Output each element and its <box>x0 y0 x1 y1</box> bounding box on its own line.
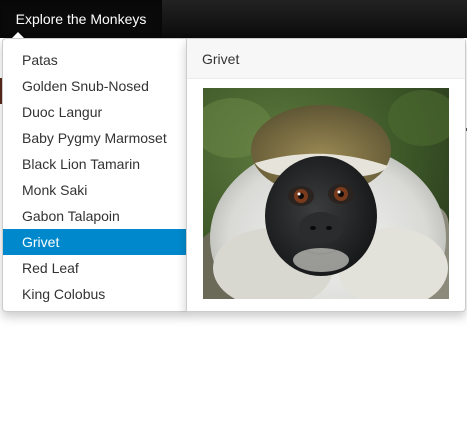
menu-item-monk-saki[interactable]: Monk Saki <box>3 177 186 203</box>
monkey-dropdown-menu: Patas Golden Snub-Nosed Duoc Langur Baby… <box>2 38 187 312</box>
menu-item-baby-pygmy-marmoset[interactable]: Baby Pygmy Marmoset <box>3 125 186 151</box>
menu-item-golden-snub-nosed[interactable]: Golden Snub-Nosed <box>3 73 186 99</box>
menu-item-gabon-talapoin[interactable]: Gabon Talapoin <box>3 203 186 229</box>
grivet-photo <box>203 88 449 299</box>
grivet-monkey-image <box>203 88 449 299</box>
menu-item-grivet[interactable]: Grivet <box>3 229 186 255</box>
detail-title: Grivet <box>187 39 465 79</box>
menu-item-king-colobus[interactable]: King Colobus <box>3 281 186 307</box>
monkey-detail-panel: Grivet <box>186 38 466 312</box>
menu-item-red-leaf[interactable]: Red Leaf <box>3 255 186 281</box>
top-navbar: Explore the Monkeys <box>0 0 467 38</box>
monkey-list: Patas Golden Snub-Nosed Duoc Langur Baby… <box>3 47 186 307</box>
menu-item-duoc-langur[interactable]: Duoc Langur <box>3 99 186 125</box>
dropdown-caret-icon <box>12 32 24 38</box>
menu-item-patas[interactable]: Patas <box>3 47 186 73</box>
explore-monkeys-menu-toggle[interactable]: Explore the Monkeys <box>0 0 162 38</box>
menu-item-black-lion-tamarin[interactable]: Black Lion Tamarin <box>3 151 186 177</box>
